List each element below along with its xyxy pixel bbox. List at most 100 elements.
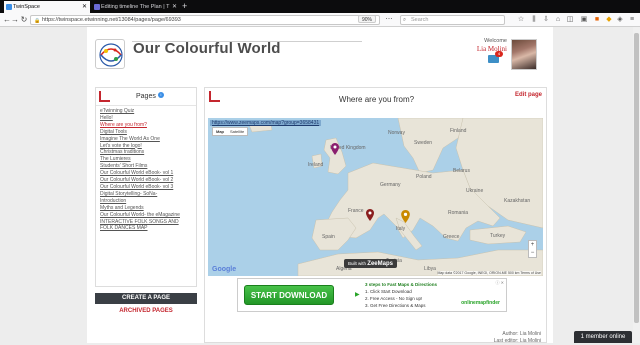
reload-icon[interactable]: ↻ — [19, 14, 29, 26]
google-logo: Google — [212, 266, 237, 273]
ad-close-icon[interactable]: ⓘ ✕ — [496, 280, 504, 286]
mail-count-badge: 4 — [495, 51, 503, 57]
archived-pages-link[interactable]: ARCHIVED PAGES — [95, 308, 197, 314]
sidebar-item-ebook-vol3[interactable]: Our Colourful World eBook- vol 3 — [100, 184, 192, 191]
menu-icon[interactable]: ≡ — [627, 15, 637, 25]
map-label-sweden: Sweden — [414, 140, 433, 146]
page-scrollbar[interactable] — [633, 27, 640, 343]
timeline-favicon-icon — [94, 4, 100, 10]
sidebar-item-ebook-vol2[interactable]: Our Colourful World eBook- vol 2 — [100, 177, 192, 184]
ad-arrow-icon: ▶ — [355, 292, 360, 298]
author-line: Author: Lia Molini — [502, 331, 541, 337]
map-label-italy: Italy — [396, 226, 406, 232]
map-label-libya: Libya — [424, 266, 436, 272]
map-type-control[interactable]: Map Satellite — [212, 127, 249, 136]
zoom-in-button[interactable]: + — [529, 241, 536, 249]
last-editor-line: Last editor: Lia Molini — [493, 338, 541, 344]
sidebar-item-short-films[interactable]: Students' Short Films — [100, 163, 192, 170]
map-label-spain: Spain — [322, 234, 335, 240]
map-marker-france[interactable] — [366, 209, 374, 221]
close-tab-icon[interactable]: ✕ — [82, 1, 87, 13]
sidebar-item-where-are-you-from[interactable]: Where are you from? — [100, 122, 192, 129]
close-tab-icon[interactable]: ✕ — [172, 1, 177, 13]
map-attribution: Map data ©2017 Google, INEGI, ORION-ME 5… — [437, 271, 541, 275]
sidebar-item-etwinning-quiz[interactable]: eTwinning Quiz — [100, 108, 192, 115]
europe-map — [247, 118, 543, 276]
shield-icon[interactable]: ◈ — [615, 15, 625, 25]
browser-toolbar: ← → ↻ 🔒 https://twinspace.etwinning.net/… — [0, 13, 640, 27]
sidebar-item-storytelling-2[interactable]: Introduction — [100, 198, 192, 205]
sidebar-item-hello[interactable]: Hello! — [100, 115, 192, 122]
map-label-greece: Greece — [443, 234, 460, 240]
ad-steps-title: 3 steps to Fast Maps & Directions — [365, 282, 438, 287]
sidebar-item-christmas[interactable]: Christmas traditions — [100, 149, 192, 156]
home-icon[interactable]: ⌂ — [553, 15, 563, 25]
map-label-belarus: Belarus — [453, 168, 470, 174]
sidebar-item-myths[interactable]: Myths and Legends — [100, 205, 192, 212]
browser-tab-bar: TwinSpace ✕ Editing timeline The Plan | … — [0, 0, 640, 13]
search-icon: ⌕ — [403, 17, 407, 23]
map-label-romania: Romania — [448, 210, 469, 216]
map-label-finland: Finland — [450, 128, 467, 134]
map-type-map[interactable]: Map — [213, 128, 227, 135]
library-icon[interactable]: ⫼ — [529, 15, 539, 25]
sidebar-item-ebook-vol1[interactable]: Our Colourful World eBook- vol 1 — [100, 170, 192, 177]
addon-icon[interactable]: ◆ — [604, 15, 614, 25]
sidebar-item-emagazine[interactable]: Our Colourful World- the eMagazine — [100, 212, 192, 219]
map-label-turkey: Turkey — [490, 233, 506, 239]
map-label-poland: Poland — [416, 174, 432, 180]
zeemap-link[interactable]: https://www.zeemaps.com/map?group=365843… — [210, 120, 322, 126]
edit-page-link[interactable]: Edit page — [515, 92, 542, 98]
search-input[interactable]: ⌕ Search — [400, 15, 505, 25]
twinspace-page: Our Colourful World Welcome Lia Molini 4… — [87, 27, 553, 344]
sidebar-item-folk-dances[interactable]: FOLK DANCES MAP — [100, 225, 192, 232]
page-actions-icon[interactable]: ⋯ — [384, 15, 394, 25]
sidebar-item-digital-tools[interactable]: Digital Tools — [100, 129, 192, 136]
extension-icon[interactable]: ▣ — [579, 15, 589, 25]
start-download-button[interactable]: START DOWNLOAD — [244, 285, 334, 305]
map-marker-uk[interactable] — [331, 143, 339, 155]
map-marker-italy[interactable] — [401, 210, 410, 223]
sidebar-item-storytelling[interactable]: Digital Storytelling- SoNa- — [100, 191, 192, 198]
zeemaps-badge[interactable]: Built with ZeeMaps — [344, 259, 397, 268]
avatar[interactable] — [511, 39, 537, 70]
sidebar-item-folk-songs[interactable]: INTERACTIVE FOLK SONGS AND — [100, 219, 192, 226]
pages-list: eTwinning Quiz Hello! Where are you from… — [96, 106, 196, 232]
project-logo-icon — [99, 43, 123, 67]
create-page-button[interactable]: CREATE A PAGE — [95, 293, 197, 304]
members-online-badge[interactable]: 1 member online — [574, 331, 632, 343]
map-label-ukraine: Ukraine — [466, 188, 484, 194]
map-label-norway: Norway — [388, 130, 405, 136]
tab-twinspace[interactable]: TwinSpace ✕ — [4, 1, 90, 13]
sidebar-item-imagine[interactable]: Imagine The World As One — [100, 136, 192, 143]
new-tab-button[interactable]: + — [182, 0, 187, 13]
sidebar-item-vote-logo[interactable]: Let's vote the logo! — [100, 143, 192, 150]
pages-sidebar: Pages i eTwinning Quiz Hello! Where are … — [95, 87, 197, 287]
welcome-text: Welcome — [484, 38, 507, 44]
map-label-kazakhstan: Kazakhstan — [504, 198, 531, 204]
addon-badge-icon[interactable]: ■ — [592, 15, 602, 25]
zoom-out-button[interactable]: − — [529, 249, 536, 257]
project-logo[interactable] — [95, 39, 125, 69]
map-zoom-control: + − — [528, 240, 537, 258]
zeemap-embed[interactable]: United Kingdom Ireland France Spain Ital… — [208, 118, 543, 276]
sidebar-item-lumieres[interactable]: The Lumieres — [100, 156, 192, 163]
map-type-satellite[interactable]: Satellite — [227, 128, 247, 135]
zoom-level[interactable]: 90% — [358, 15, 376, 23]
scrollbar-thumb[interactable] — [634, 33, 639, 323]
bookmark-star-icon[interactable]: ☆ — [516, 15, 526, 25]
screenshot-icon[interactable]: ◫ — [565, 15, 575, 25]
ad-brand: onlinemapfinder — [461, 300, 500, 306]
info-icon[interactable]: i — [158, 92, 164, 98]
map-label-france: France — [348, 208, 364, 214]
address-bar[interactable]: 🔒 https://twinspace.etwinning.net/13084/… — [30, 15, 380, 25]
download-icon[interactable]: ⇩ — [541, 15, 551, 25]
tab-editing-timeline[interactable]: Editing timeline The Plan | T ✕ — [92, 1, 180, 13]
advertisement[interactable]: START DOWNLOAD ▶ 3 steps to Fast Maps & … — [237, 278, 507, 312]
corner-mark-icon — [99, 91, 110, 102]
ad-step-3: 3. Get Free Directions & Maps — [365, 303, 426, 308]
ad-step-1: 1. Click Start Download — [365, 289, 412, 294]
twinspace-favicon-icon — [6, 4, 12, 10]
site-title: Our Colourful World — [133, 40, 281, 57]
page-title: Where are you from? — [338, 95, 415, 104]
